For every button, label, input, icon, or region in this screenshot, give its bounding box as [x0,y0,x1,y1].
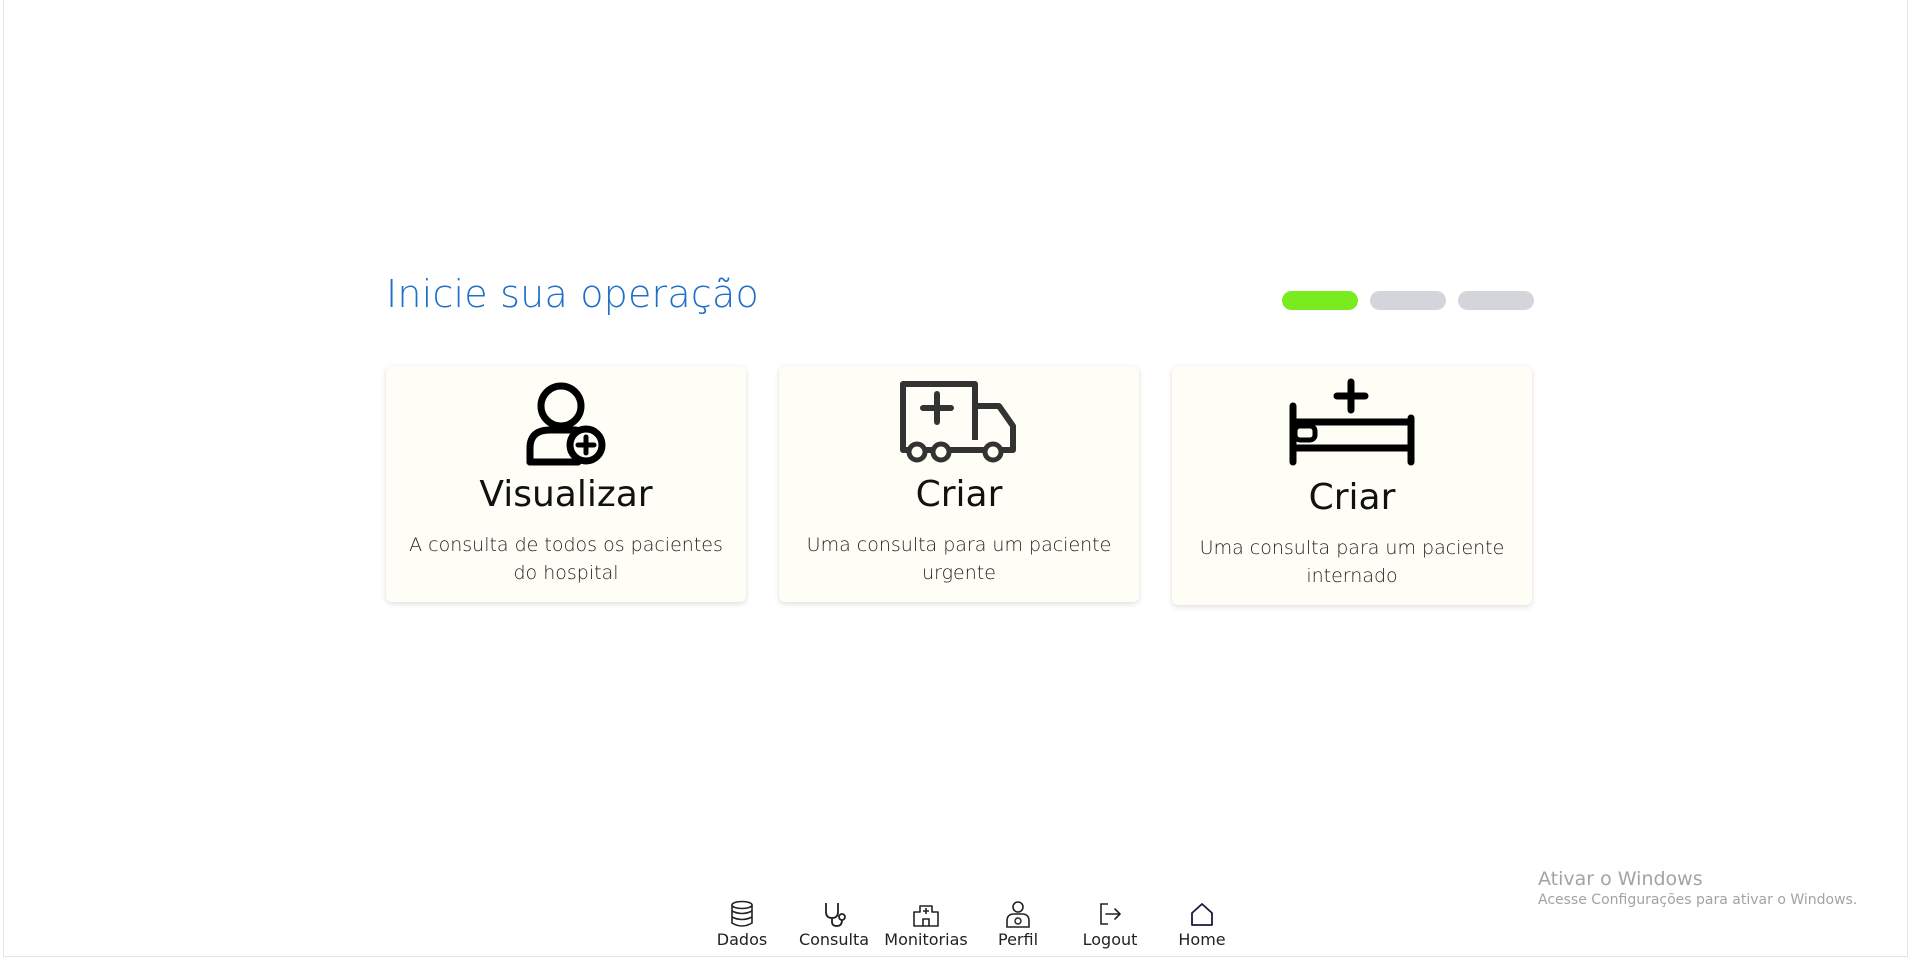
card-label: Criar [1308,477,1396,518]
nav-item-home[interactable]: Home [1156,900,1248,949]
ambulance-icon [779,378,1139,468]
home-icon [1156,900,1248,928]
nav-label: Monitorias [884,930,968,949]
nav-item-consulta[interactable]: Consulta [788,900,880,949]
nav-item-dados[interactable]: Dados [696,900,788,949]
nav-item-perfil[interactable]: Perfil [972,900,1064,949]
card-description: Uma consulta para um paciente urgente [806,534,1112,584]
watermark-subtitle: Acesse Configurações para ativar o Windo… [1538,892,1858,908]
logout-icon [1064,900,1156,928]
nav-label: Perfil [997,930,1039,949]
nav-item-monitorias[interactable]: Monitorias [880,900,972,949]
watermark-title: Ativar o Windows [1538,868,1703,890]
nav-item-logout[interactable]: Logout [1064,900,1156,949]
database-icon [696,900,788,928]
page-title: Inicie sua operação [386,272,759,316]
card-criar-internado[interactable]: Criar Uma consulta para um paciente inte… [1172,366,1532,605]
step-indicator-2 [1370,291,1446,310]
bottom-nav: Dados Consulta Monitorias Perfil Logout … [696,900,1248,949]
nav-label: Consulta [798,930,870,949]
step-indicator-1 [1282,291,1358,310]
nav-label: Dados [716,930,768,949]
user-plus-icon [386,378,746,468]
progress-steps [1282,291,1534,310]
windows-activation-watermark: Ativar o Windows Acesse Configurações pa… [1538,868,1857,908]
card-label: Visualizar [479,474,653,515]
stethoscope-icon [788,900,880,928]
step-indicator-3 [1458,291,1534,310]
nav-label: Home [1178,930,1226,949]
nav-label: Logout [1082,930,1138,949]
card-description: A consulta de todos os pacientes do hosp… [409,534,723,584]
hospital-bed-icon [1172,378,1532,471]
doctor-icon [972,900,1064,928]
card-label: Criar [915,474,1003,515]
card-criar-urgente[interactable]: Criar Uma consulta para um paciente urge… [779,366,1139,602]
hospital-icon [880,900,972,928]
card-visualizar[interactable]: Visualizar A consulta de todos os pacien… [386,366,746,602]
card-description: Uma consulta para um paciente internado [1199,537,1505,587]
